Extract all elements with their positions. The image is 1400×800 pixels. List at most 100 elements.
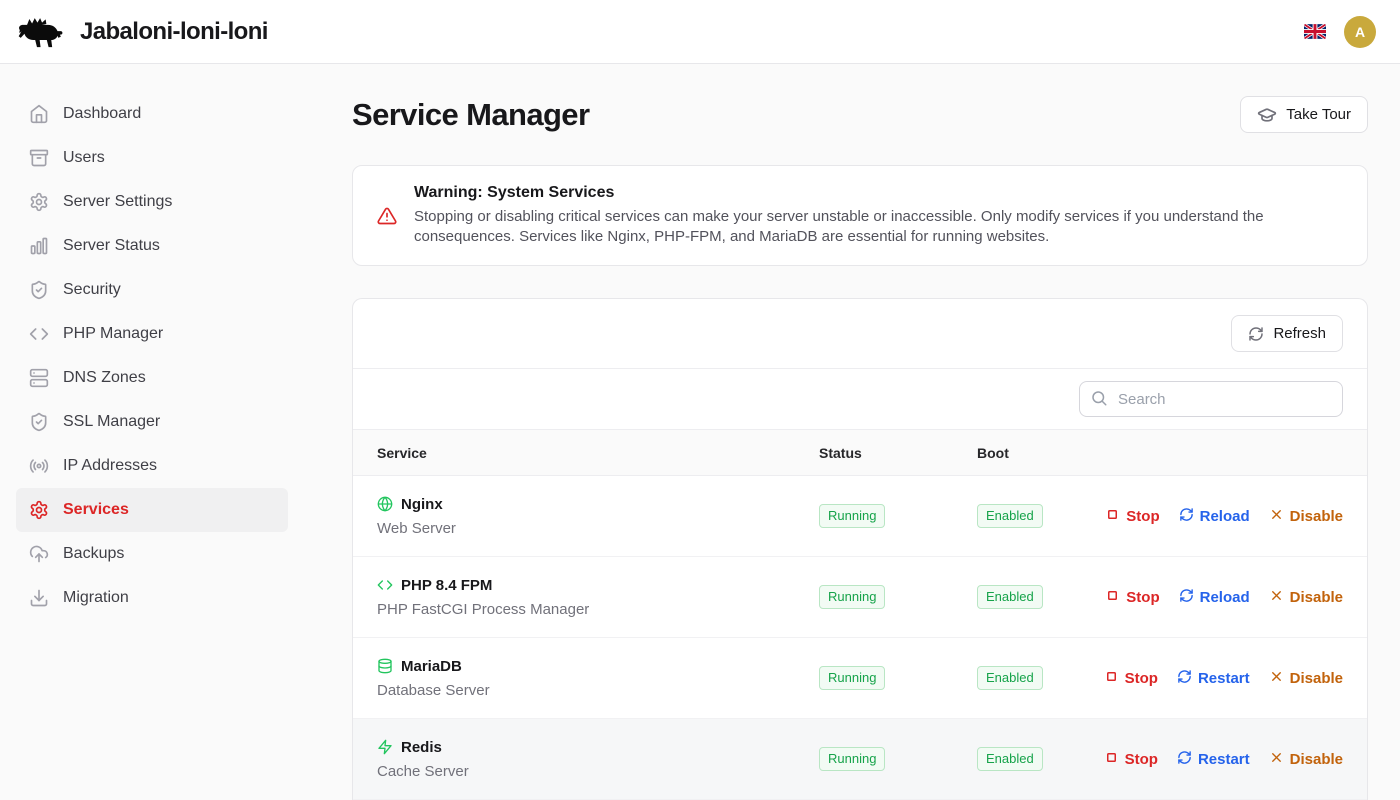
stop-button[interactable]: Stop bbox=[1105, 507, 1159, 526]
settings-icon bbox=[29, 192, 49, 212]
sidebar-item-label: DNS Zones bbox=[63, 369, 146, 387]
sidebar-item-label: Migration bbox=[63, 589, 129, 607]
page-title: Service Manager bbox=[352, 97, 589, 133]
sidebar-item-ip-addresses[interactable]: IP Addresses bbox=[16, 444, 288, 488]
uk-flag-icon[interactable] bbox=[1304, 24, 1326, 39]
server-icon bbox=[29, 368, 49, 388]
disable-button[interactable]: Disable bbox=[1269, 588, 1343, 607]
reload-button[interactable]: Reload bbox=[1179, 588, 1250, 607]
reload-button[interactable]: Reload bbox=[1179, 507, 1250, 526]
brand-link[interactable]: Jabaloni-loni-loni bbox=[16, 14, 268, 50]
app-header: Jabaloni-loni-loni A bbox=[0, 0, 1400, 64]
header-actions: A bbox=[1304, 16, 1384, 48]
card-toolbar: Refresh bbox=[353, 299, 1367, 369]
radio-icon bbox=[29, 456, 49, 476]
sidebar-item-label: Security bbox=[63, 281, 121, 299]
refresh-label: Refresh bbox=[1273, 325, 1326, 342]
stop-icon bbox=[1104, 750, 1119, 769]
download-icon bbox=[29, 588, 49, 608]
table-row: Redis Cache Server Running Enabled Stop … bbox=[353, 719, 1367, 800]
database-icon bbox=[377, 658, 393, 674]
sidebar-item-label: Dashboard bbox=[63, 105, 141, 123]
table-header-row: Service Status Boot bbox=[353, 429, 1367, 476]
disable-button[interactable]: Disable bbox=[1269, 750, 1343, 769]
stop-button[interactable]: Stop bbox=[1105, 588, 1159, 607]
sidebar-item-server-settings[interactable]: Server Settings bbox=[16, 180, 288, 224]
refresh-icon bbox=[1179, 588, 1194, 607]
take-tour-button[interactable]: Take Tour bbox=[1240, 96, 1368, 133]
sidebar-item-label: Backups bbox=[63, 545, 124, 563]
stop-icon bbox=[1105, 507, 1120, 526]
sidebar-item-security[interactable]: Security bbox=[16, 268, 288, 312]
refresh-button[interactable]: Refresh bbox=[1231, 315, 1343, 352]
code-icon bbox=[29, 324, 49, 344]
graduation-cap-icon bbox=[1257, 105, 1277, 125]
sidebar-item-users[interactable]: Users bbox=[16, 136, 288, 180]
service-description: Cache Server bbox=[377, 763, 819, 780]
boar-logo-icon bbox=[16, 14, 66, 50]
sidebar-item-label: Server Settings bbox=[63, 193, 172, 211]
refresh-icon bbox=[1177, 750, 1192, 769]
column-header-boot: Boot bbox=[977, 445, 1101, 461]
table-row: Nginx Web Server Running Enabled Stop Re… bbox=[353, 476, 1367, 557]
code-icon bbox=[377, 577, 393, 593]
x-icon bbox=[1269, 507, 1284, 526]
status-badge: Running bbox=[819, 585, 885, 609]
settings-icon bbox=[29, 500, 49, 520]
status-badge: Running bbox=[819, 747, 885, 771]
boot-badge: Enabled bbox=[977, 666, 1043, 690]
shield-icon bbox=[29, 280, 49, 300]
search-row bbox=[353, 369, 1367, 429]
disable-button[interactable]: Disable bbox=[1269, 669, 1343, 688]
sidebar-nav: Dashboard Users Server Settings Server S… bbox=[0, 64, 304, 800]
refresh-icon bbox=[1179, 507, 1194, 526]
row-actions: Stop Restart Disable bbox=[1101, 750, 1343, 769]
disable-button[interactable]: Disable bbox=[1269, 507, 1343, 526]
service-description: PHP FastCGI Process Manager bbox=[377, 601, 819, 618]
cloud-upload-icon bbox=[29, 544, 49, 564]
boot-badge: Enabled bbox=[977, 585, 1043, 609]
sidebar-item-server-status[interactable]: Server Status bbox=[16, 224, 288, 268]
services-card: Refresh Service Status Boot Nginx bbox=[352, 298, 1368, 800]
sidebar-item-label: Users bbox=[63, 149, 105, 167]
warning-body: Stopping or disabling critical services … bbox=[414, 207, 1343, 247]
stop-button[interactable]: Stop bbox=[1104, 669, 1158, 688]
restart-button[interactable]: Restart bbox=[1177, 669, 1250, 688]
sidebar-item-label: SSL Manager bbox=[63, 413, 160, 431]
services-table-body: Nginx Web Server Running Enabled Stop Re… bbox=[353, 476, 1367, 800]
sidebar-item-dns-zones[interactable]: DNS Zones bbox=[16, 356, 288, 400]
boot-badge: Enabled bbox=[977, 504, 1043, 528]
sidebar-item-backups[interactable]: Backups bbox=[16, 532, 288, 576]
bar-chart-icon bbox=[29, 236, 49, 256]
sidebar-item-services[interactable]: Services bbox=[16, 488, 288, 532]
search-icon bbox=[1090, 389, 1108, 407]
zap-icon bbox=[377, 739, 393, 755]
home-icon bbox=[29, 104, 49, 124]
warning-title: Warning: System Services bbox=[414, 184, 1343, 202]
stop-icon bbox=[1104, 669, 1119, 688]
refresh-icon bbox=[1248, 326, 1264, 342]
status-badge: Running bbox=[819, 666, 885, 690]
brand-title: Jabaloni-loni-loni bbox=[80, 18, 268, 46]
restart-button[interactable]: Restart bbox=[1177, 750, 1250, 769]
take-tour-label: Take Tour bbox=[1286, 106, 1351, 123]
boot-badge: Enabled bbox=[977, 747, 1043, 771]
warning-card: Warning: System Services Stopping or dis… bbox=[352, 165, 1368, 266]
sidebar-item-dashboard[interactable]: Dashboard bbox=[16, 92, 288, 136]
x-icon bbox=[1269, 588, 1284, 607]
service-name: Nginx bbox=[401, 496, 443, 513]
sidebar-item-migration[interactable]: Migration bbox=[16, 576, 288, 620]
main-content: Service Manager Take Tour Warning: Syste… bbox=[304, 64, 1400, 800]
user-avatar[interactable]: A bbox=[1344, 16, 1376, 48]
sidebar-item-php-manager[interactable]: PHP Manager bbox=[16, 312, 288, 356]
sidebar-item-ssl-manager[interactable]: SSL Manager bbox=[16, 400, 288, 444]
stop-button[interactable]: Stop bbox=[1104, 750, 1158, 769]
service-description: Web Server bbox=[377, 520, 819, 537]
service-name: PHP 8.4 FPM bbox=[401, 577, 492, 594]
shield-icon bbox=[29, 412, 49, 432]
row-actions: Stop Restart Disable bbox=[1101, 669, 1343, 688]
row-actions: Stop Reload Disable bbox=[1101, 588, 1343, 607]
x-icon bbox=[1269, 669, 1284, 688]
archive-icon bbox=[29, 148, 49, 168]
search-input[interactable] bbox=[1079, 381, 1343, 417]
